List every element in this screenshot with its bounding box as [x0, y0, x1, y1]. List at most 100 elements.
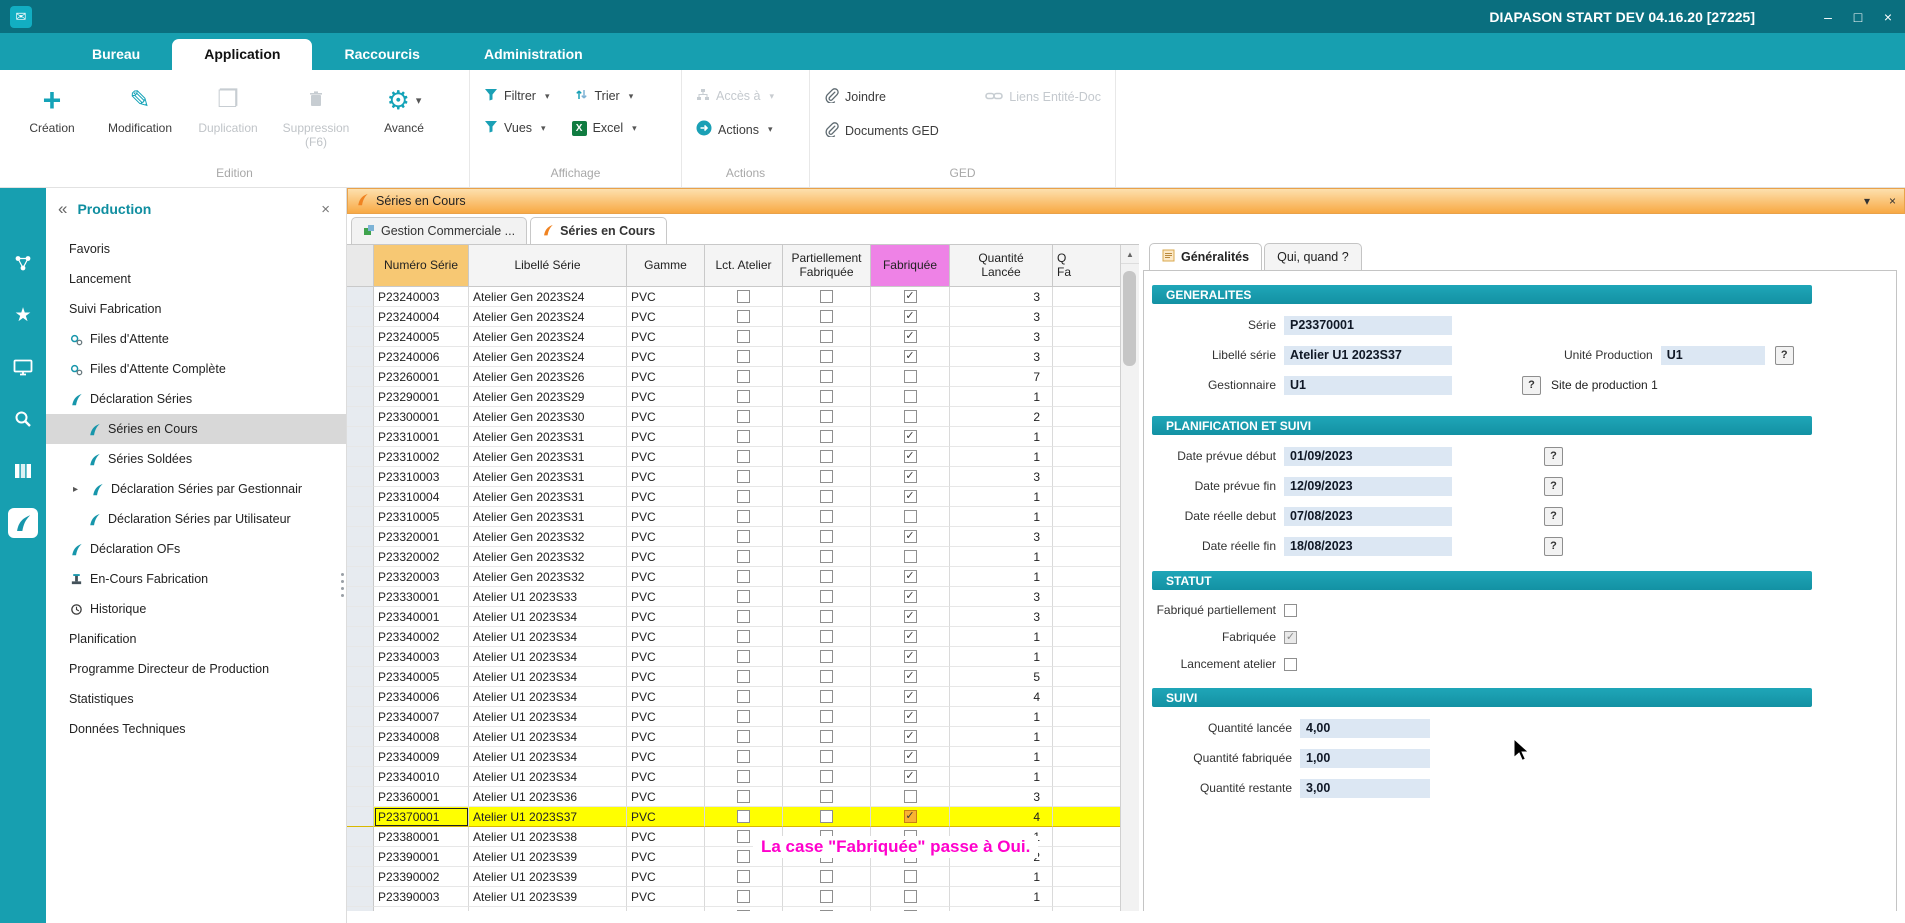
cell-gamme[interactable]: PVC: [627, 327, 705, 347]
cell-numero-serie[interactable]: P23320002: [374, 547, 469, 567]
cell-numero-serie[interactable]: P23340007: [374, 707, 469, 727]
table-row[interactable]: P23240004Atelier Gen 2023S24PVC✓3: [347, 307, 1120, 327]
fabriquee-checkbox[interactable]: ✓: [904, 350, 917, 363]
minimize-icon[interactable]: –: [1821, 9, 1835, 25]
menu-tab-bureau[interactable]: Bureau: [60, 39, 172, 70]
cell-libelle-serie[interactable]: Atelier U1 2023S39: [469, 887, 627, 907]
cell-lct-atelier[interactable]: [705, 427, 783, 447]
cell-partiellement-fabriquee[interactable]: [783, 547, 871, 567]
cell-fabriquee[interactable]: ✓: [871, 447, 950, 467]
cell-gamme[interactable]: PVC: [627, 747, 705, 767]
row-selector[interactable]: [347, 807, 374, 827]
table-row[interactable]: P23260001Atelier Gen 2023S26PVC7: [347, 367, 1120, 387]
table-row[interactable]: P23320002Atelier Gen 2023S32PVC1: [347, 547, 1120, 567]
cell-gamme[interactable]: PVC: [627, 587, 705, 607]
cell-lct-atelier[interactable]: [705, 287, 783, 307]
cell-numero-serie[interactable]: P23300001: [374, 407, 469, 427]
cell-quantite-lancee[interactable]: 1: [950, 447, 1053, 467]
table-row[interactable]: P23310002Atelier Gen 2023S31PVC✓1: [347, 447, 1120, 467]
cell-numero-serie[interactable]: P23340008: [374, 727, 469, 747]
partiellement-fabriquee-checkbox[interactable]: [820, 650, 833, 663]
cell-libelle-serie[interactable]: Atelier Gen 2023S29: [469, 387, 627, 407]
partiellement-fabriquee-checkbox[interactable]: [820, 370, 833, 383]
cell-quantite-lancee[interactable]: 3: [950, 607, 1053, 627]
joindre-button[interactable]: Joindre: [824, 88, 959, 106]
cell-partiellement-fabriquee[interactable]: [783, 707, 871, 727]
cell-quantite-lancee[interactable]: 3: [950, 327, 1053, 347]
tab-generalites[interactable]: Généralités: [1149, 243, 1262, 270]
cell-quantite-lancee[interactable]: 4: [950, 807, 1053, 827]
table-row[interactable]: P23390002Atelier U1 2023S39PVC1: [347, 867, 1120, 887]
cell-fabriquee[interactable]: [871, 387, 950, 407]
cell-partiellement-fabriquee[interactable]: [783, 507, 871, 527]
statut-checkbox[interactable]: [1284, 604, 1297, 617]
date-field[interactable]: 01/09/2023: [1284, 447, 1452, 466]
cell-gamme[interactable]: PVC: [627, 407, 705, 427]
cell-lct-atelier[interactable]: [705, 527, 783, 547]
cell-numero-serie[interactable]: P23320003: [374, 567, 469, 587]
close-sidebar-icon[interactable]: ×: [321, 201, 330, 218]
cell-gamme[interactable]: TestCBN: [627, 907, 705, 911]
cell-fabriquee[interactable]: [871, 907, 950, 911]
fabriquee-checkbox[interactable]: ✓: [904, 670, 917, 683]
row-selector[interactable]: [347, 387, 374, 407]
col-numero-serie[interactable]: Numéro Série: [374, 245, 469, 287]
row-selector[interactable]: [347, 647, 374, 667]
row-selector[interactable]: [347, 347, 374, 367]
table-row[interactable]: P23320003Atelier Gen 2023S32PVC✓1: [347, 567, 1120, 587]
table-row[interactable]: P23300001Atelier Gen 2023S30PVC2: [347, 407, 1120, 427]
cell-lct-atelier[interactable]: [705, 727, 783, 747]
cell-lct-atelier[interactable]: [705, 547, 783, 567]
table-row[interactable]: P23340003Atelier U1 2023S34PVC✓1: [347, 647, 1120, 667]
cell-lct-atelier[interactable]: [705, 367, 783, 387]
scroll-up-icon[interactable]: ▲: [1121, 245, 1139, 264]
lct-atelier-checkbox[interactable]: [737, 730, 750, 743]
cell-quantite-lancee[interactable]: 1: [950, 507, 1053, 527]
partiellement-fabriquee-checkbox[interactable]: [820, 410, 833, 423]
row-selector[interactable]: [347, 287, 374, 307]
cell-quantite-lancee[interactable]: 3: [950, 527, 1053, 547]
lct-atelier-checkbox[interactable]: [737, 770, 750, 783]
cell-partiellement-fabriquee[interactable]: [783, 387, 871, 407]
cell-partiellement-fabriquee[interactable]: [783, 367, 871, 387]
sidebar-item-statistiques[interactable]: Statistiques: [46, 684, 346, 714]
table-row[interactable]: P23320001Atelier Gen 2023S32PVC✓3: [347, 527, 1120, 547]
cell-numero-serie[interactable]: P23370001: [374, 807, 469, 827]
cell-lct-atelier[interactable]: [705, 607, 783, 627]
row-selector[interactable]: [347, 787, 374, 807]
partiellement-fabriquee-checkbox[interactable]: [820, 710, 833, 723]
cell-gamme[interactable]: PVC: [627, 427, 705, 447]
fabriquee-checkbox[interactable]: [904, 890, 917, 903]
cell-partiellement-fabriquee[interactable]: [783, 307, 871, 327]
sidebar-item-d-claration-ofs[interactable]: Déclaration OFs: [46, 534, 346, 564]
cell-libelle-serie[interactable]: Atelier U1 2023S34: [469, 647, 627, 667]
row-selector[interactable]: [347, 587, 374, 607]
date-field[interactable]: 12/09/2023: [1284, 477, 1452, 496]
cell-numero-serie[interactable]: P23310002: [374, 447, 469, 467]
help-button[interactable]: ?: [1544, 447, 1563, 466]
row-selector[interactable]: [347, 527, 374, 547]
partiellement-fabriquee-checkbox[interactable]: [820, 770, 833, 783]
sidebar-item-en-cours-fabrication[interactable]: En-Cours Fabrication: [46, 564, 346, 594]
cell-partiellement-fabriquee[interactable]: [783, 627, 871, 647]
cell-quantite-lancee[interactable]: 1: [950, 727, 1053, 747]
duplication-button[interactable]: ❐ Duplication: [184, 78, 272, 150]
cell-fabriquee[interactable]: ✓: [871, 647, 950, 667]
sidebar-item-favoris[interactable]: Favoris: [46, 234, 346, 264]
cell-gamme[interactable]: PVC: [627, 367, 705, 387]
cell-libelle-serie[interactable]: Atelier Gen 2023S32: [469, 567, 627, 587]
cell-lct-atelier[interactable]: [705, 407, 783, 427]
fabriquee-checkbox[interactable]: [904, 870, 917, 883]
cell-quantite-lancee[interactable]: 1: [950, 427, 1053, 447]
cell-quantite-lancee[interactable]: 2: [950, 407, 1053, 427]
row-selector[interactable]: [347, 467, 374, 487]
cell-fabriquee[interactable]: ✓: [871, 487, 950, 507]
fabriquee-checkbox[interactable]: ✓: [904, 430, 917, 443]
cell-libelle-serie[interactable]: Atelier U1 2023S34: [469, 707, 627, 727]
cell-partiellement-fabriquee[interactable]: [783, 807, 871, 827]
partiellement-fabriquee-checkbox[interactable]: [820, 870, 833, 883]
row-selector[interactable]: [347, 887, 374, 907]
row-selector[interactable]: [347, 867, 374, 887]
cell-fabriquee[interactable]: ✓: [871, 747, 950, 767]
lct-atelier-checkbox[interactable]: [737, 310, 750, 323]
